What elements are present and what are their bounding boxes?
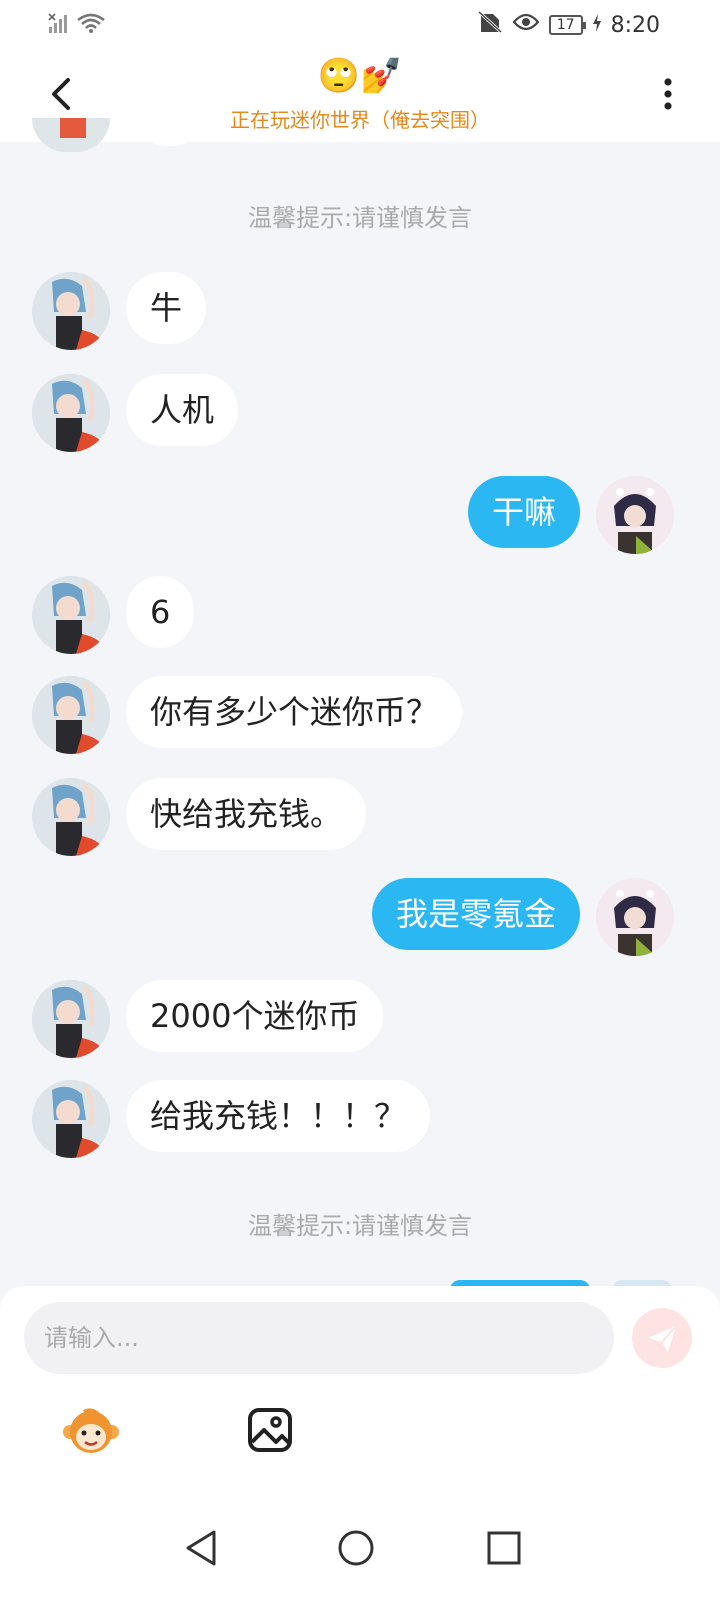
safety-notice: 温馨提示:请谨慎发言 xyxy=(247,1212,473,1240)
message-input[interactable]: 请输入... xyxy=(24,1302,614,1374)
avatar[interactable] xyxy=(32,1080,110,1158)
input-panel: 请输入... xyxy=(0,1286,720,1492)
avatar[interactable] xyxy=(32,374,110,452)
self-avatar[interactable] xyxy=(596,476,674,554)
avatar[interactable] xyxy=(32,272,110,350)
message-bubble[interactable]: 给我充钱！！！？ xyxy=(126,1080,431,1152)
charging-icon xyxy=(592,13,601,38)
send-icon xyxy=(648,1325,677,1352)
emoji-panel-button[interactable] xyxy=(62,1406,120,1456)
avatar[interactable] xyxy=(32,980,110,1058)
avatar[interactable] xyxy=(32,778,110,856)
wifi-icon xyxy=(76,12,106,38)
message-bubble[interactable]: 牛 xyxy=(126,272,207,344)
status-bar: 17 8:20 xyxy=(0,0,720,50)
clock: 8:20 xyxy=(610,12,660,38)
message-bubble[interactable]: 你有多少个迷你币？ xyxy=(126,676,463,748)
message-bubble-partial xyxy=(140,120,200,146)
message-bubble[interactable]: 人机 xyxy=(126,374,239,446)
monkey-emoji-icon xyxy=(63,1408,119,1453)
avatar xyxy=(32,118,110,152)
chat-title-emoji: 🙄💅 xyxy=(317,56,403,96)
circle-home-icon xyxy=(338,1530,374,1566)
image-icon xyxy=(248,1408,292,1452)
more-vertical-icon xyxy=(664,78,672,110)
more-options-button[interactable] xyxy=(656,72,680,116)
nav-home-button[interactable] xyxy=(334,1526,378,1570)
nav-recent-button[interactable] xyxy=(482,1526,526,1570)
safety-notice: 温馨提示:请谨慎发言 xyxy=(247,204,473,232)
avatar[interactable] xyxy=(32,676,110,754)
message-bubble-self[interactable]: 干嘛 xyxy=(467,476,580,548)
message-bubble[interactable]: 快给我充钱。 xyxy=(126,778,367,850)
avatar[interactable] xyxy=(32,576,110,654)
battery-indicator: 17 xyxy=(548,15,586,35)
send-button[interactable] xyxy=(632,1308,692,1368)
eye-icon xyxy=(512,12,540,38)
no-sim-icon xyxy=(477,10,503,40)
message-bubble-self[interactable]: 我是零氪金 xyxy=(371,878,580,950)
nav-back-button[interactable] xyxy=(180,1526,224,1570)
image-picker-button[interactable] xyxy=(246,1406,294,1454)
system-nav-bar xyxy=(0,1492,720,1600)
self-avatar[interactable] xyxy=(596,878,674,956)
cellular-signal-icon xyxy=(48,12,70,38)
square-recent-icon xyxy=(487,1531,521,1565)
message-bubble[interactable]: 6 xyxy=(126,576,195,648)
message-bubble[interactable]: 2000个迷你币 xyxy=(126,980,384,1052)
triangle-back-icon xyxy=(186,1530,216,1566)
